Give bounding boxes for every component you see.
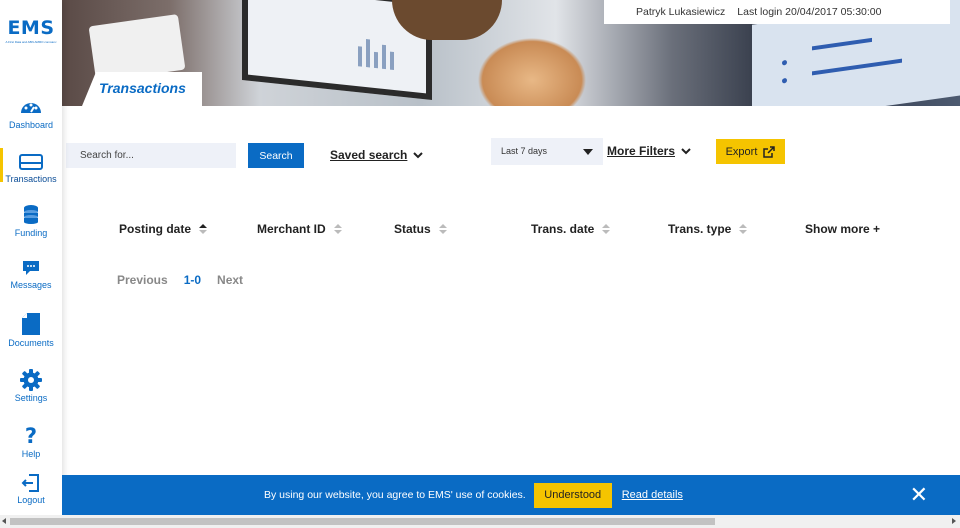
search-input[interactable] [66, 143, 236, 168]
column-header-merchant-id[interactable]: Merchant ID [257, 222, 342, 236]
cookie-banner: By using our website, you agree to EMS' … [62, 475, 960, 515]
pagination-current: 1-0 [183, 273, 202, 287]
user-name[interactable]: Patryk Lukasiewicz [636, 6, 725, 18]
ems-logo[interactable]: EMS A First Data and ABN AMRO company [5, 18, 57, 43]
last-login: Last login 20/04/2017 05:30:00 [737, 6, 882, 18]
sidebar-item-label: Dashboard [8, 120, 54, 130]
saved-search-label: Saved search [330, 148, 408, 162]
more-filters-label: More Filters [607, 144, 676, 158]
pagination-previous[interactable]: Previous [117, 273, 168, 287]
search-button[interactable]: Search [248, 143, 304, 168]
document-icon [22, 313, 40, 335]
external-link-icon [763, 145, 776, 158]
column-label: Status [394, 222, 431, 236]
column-header-posting-date[interactable]: Posting date [119, 222, 208, 236]
sidebar-item-logout[interactable]: Logout [0, 473, 62, 505]
column-label: Trans. date [531, 222, 595, 236]
column-label: Trans. type [668, 222, 732, 236]
column-header-status[interactable]: Status [394, 222, 447, 236]
sidebar-item-label: Logout [17, 495, 45, 505]
horizontal-scrollbar[interactable] [0, 515, 960, 528]
sidebar-item-funding[interactable]: Funding [0, 204, 62, 238]
dashboard-gauge-icon [21, 103, 41, 113]
sort-icon [739, 224, 748, 234]
table-header: Posting date Merchant ID Status Trans. d… [0, 222, 960, 242]
logout-icon [21, 474, 39, 492]
saved-search-dropdown[interactable]: Saved search [330, 148, 424, 162]
sidebar-item-help[interactable]: ? Help [0, 425, 62, 459]
sort-icon [333, 224, 342, 234]
page-title-tab: Transactions [82, 72, 202, 106]
sort-icon [602, 224, 611, 234]
sidebar-item-label: Transactions [5, 174, 57, 184]
sidebar-item-messages[interactable]: Messages [0, 260, 62, 290]
cookie-text: By using our website, you agree to EMS' … [264, 489, 526, 501]
user-info-bar: Patryk Lukasiewicz Last login 20/04/2017… [604, 0, 950, 24]
header-banner: Patryk Lukasiewicz Last login 20/04/2017… [62, 0, 960, 106]
sidebar-item-settings[interactable]: Settings [0, 369, 62, 403]
banner-photo-tablet [88, 14, 186, 82]
pagination-next[interactable]: Next [217, 273, 243, 287]
card-icon [19, 154, 43, 170]
question-mark-icon: ? [25, 425, 37, 447]
date-range-select[interactable]: Last 7 days [491, 138, 603, 165]
cookie-accept-button[interactable]: Understood [533, 482, 612, 508]
chat-bubble-icon [23, 261, 39, 275]
scrollbar-thumb[interactable] [10, 518, 715, 525]
coins-stack-icon [24, 205, 38, 224]
sidebar-item-label: Settings [14, 393, 48, 403]
sidebar-item-documents[interactable]: Documents [0, 312, 62, 348]
logo-text: EMS [7, 17, 55, 39]
scroll-right-arrow-icon[interactable] [952, 518, 956, 524]
logo-tagline: A First Data and ABN AMRO company [5, 40, 57, 43]
show-more-columns-button[interactable]: Show more + [805, 222, 880, 236]
scroll-left-arrow-icon[interactable] [2, 518, 6, 524]
sidebar-item-transactions[interactable]: Transactions [0, 148, 62, 184]
pagination: Previous 1-0 Next [117, 273, 243, 287]
export-button[interactable]: Export [716, 139, 785, 164]
close-icon[interactable]: ✕ [910, 483, 928, 507]
chevron-down-icon [413, 151, 424, 158]
column-header-trans-type[interactable]: Trans. type [668, 222, 748, 236]
sidebar: EMS A First Data and ABN AMRO company Da… [0, 0, 62, 515]
sidebar-item-dashboard[interactable]: Dashboard [0, 96, 62, 130]
caret-down-icon [583, 149, 593, 155]
sidebar-item-label: Funding [14, 228, 48, 238]
export-label: Export [725, 145, 758, 158]
more-filters-dropdown[interactable]: More Filters [607, 144, 691, 158]
sidebar-item-label: Help [21, 449, 41, 459]
date-range-value: Last 7 days [501, 146, 548, 156]
gear-icon [20, 369, 42, 391]
svg-text:?: ? [25, 425, 37, 447]
chevron-down-icon [681, 147, 691, 154]
column-label: Merchant ID [257, 222, 326, 236]
column-header-trans-date[interactable]: Trans. date [531, 222, 611, 236]
cookie-read-details-link[interactable]: Read details [622, 489, 683, 501]
sidebar-item-label: Documents [8, 338, 54, 348]
sidebar-item-label: Messages [10, 280, 52, 290]
sort-icon [438, 224, 447, 234]
page-title: Transactions [99, 80, 186, 96]
sort-icon [199, 224, 208, 234]
column-label: Posting date [119, 222, 192, 236]
